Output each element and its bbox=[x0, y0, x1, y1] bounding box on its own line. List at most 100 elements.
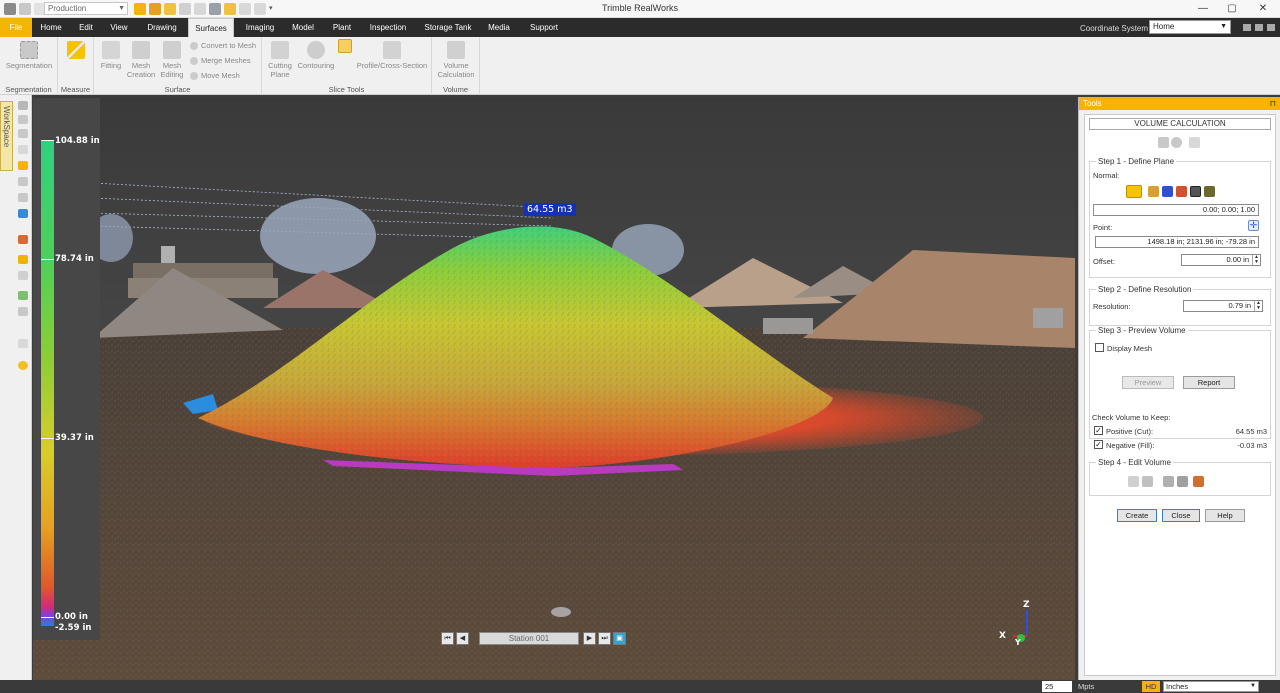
resolution-input[interactable]: 0.79 in ▲ ▼ bbox=[1183, 300, 1263, 312]
workspace-tab[interactable]: WorkSpace bbox=[0, 101, 13, 171]
light-icon[interactable] bbox=[18, 339, 28, 348]
create-button[interactable]: Create bbox=[1117, 509, 1157, 522]
layer-icon[interactable] bbox=[18, 271, 28, 280]
normal-pick-icon[interactable] bbox=[1204, 186, 1215, 197]
undo-icon[interactable] bbox=[19, 3, 31, 15]
point-budget-input[interactable]: 25 bbox=[1042, 681, 1072, 692]
pin-icon[interactable]: ⊓ bbox=[1270, 97, 1276, 110]
pick-point-icon[interactable]: ✛ bbox=[1248, 220, 1259, 231]
tab-storage-tank[interactable]: Storage Tank bbox=[420, 18, 476, 37]
project-selector[interactable]: Production ▼ bbox=[44, 2, 128, 15]
minimize-icon[interactable]: — bbox=[1191, 1, 1215, 16]
calc-mode-icon[interactable] bbox=[1158, 137, 1169, 148]
coordinate-system-select[interactable]: Home ▼ bbox=[1149, 20, 1231, 34]
mesh-editing-button[interactable]: Mesh Editing bbox=[157, 41, 187, 79]
open-project-icon[interactable] bbox=[149, 3, 161, 15]
color-mode-icon[interactable] bbox=[18, 235, 28, 244]
close-button[interactable]: Close bbox=[1162, 509, 1200, 522]
camera-icon[interactable] bbox=[18, 209, 28, 218]
normal-x-icon[interactable] bbox=[1176, 186, 1187, 197]
tab-edit[interactable]: Edit bbox=[72, 18, 100, 37]
normal-input[interactable]: 0.00; 0.00; 1.00 bbox=[1093, 204, 1259, 216]
grid-icon[interactable] bbox=[18, 291, 28, 300]
filter-icon[interactable] bbox=[18, 307, 28, 316]
import-icon[interactable] bbox=[164, 3, 176, 15]
tab-drawing[interactable]: Drawing bbox=[141, 18, 183, 37]
cloud-icon[interactable] bbox=[18, 145, 28, 154]
tab-support[interactable]: Support bbox=[524, 18, 564, 37]
normal-z-icon[interactable] bbox=[1126, 185, 1142, 198]
stockpile-mode-icon[interactable] bbox=[1171, 137, 1182, 148]
next-station-button[interactable]: ▶ bbox=[583, 631, 596, 645]
station-view-icon[interactable]: ▣ bbox=[613, 631, 626, 645]
help-button[interactable]: Help bbox=[1205, 509, 1245, 522]
edit-select-icon[interactable] bbox=[1128, 476, 1139, 487]
contouring-button[interactable]: Contouring bbox=[295, 41, 337, 70]
segmentation-button[interactable]: Segmentation bbox=[4, 41, 54, 70]
link-icon[interactable] bbox=[1189, 137, 1200, 148]
tab-file[interactable]: File bbox=[0, 18, 32, 37]
offset-input[interactable]: 0.00 in ▲ ▼ bbox=[1181, 254, 1261, 266]
fit-view-icon[interactable] bbox=[18, 193, 28, 202]
slice-selected-button[interactable] bbox=[338, 39, 352, 55]
tab-inspection[interactable]: Inspection bbox=[363, 18, 413, 37]
point-input[interactable]: 1498.18 in; 2131.96 in; -79.28 in bbox=[1095, 236, 1259, 248]
station-name[interactable]: Station 001 bbox=[479, 631, 579, 645]
profile-cross-section-button[interactable]: Profile/Cross-Section bbox=[356, 41, 428, 70]
snapshot-icon[interactable] bbox=[239, 3, 251, 15]
report-button[interactable]: Report bbox=[1183, 376, 1235, 389]
zoom-icon[interactable] bbox=[18, 129, 28, 138]
tab-plant[interactable]: Plant bbox=[327, 18, 357, 37]
point-cloud-scene[interactable] bbox=[33, 98, 1075, 680]
first-station-button[interactable]: ⏮ bbox=[441, 631, 454, 645]
last-station-button[interactable]: ⏭ bbox=[598, 631, 611, 645]
edit-chart-icon[interactable] bbox=[1177, 476, 1188, 487]
display-mesh-checkbox[interactable] bbox=[1095, 343, 1104, 352]
app-icon[interactable] bbox=[4, 3, 16, 15]
rotate-icon[interactable] bbox=[18, 115, 28, 124]
merge-meshes-button[interactable]: Merge Meshes bbox=[190, 56, 251, 65]
maximize-icon[interactable]: ▢ bbox=[1220, 1, 1244, 16]
tab-home[interactable]: Home bbox=[36, 18, 66, 37]
normal-y-icon[interactable] bbox=[1162, 186, 1173, 197]
hd-toggle-button[interactable]: HD bbox=[1142, 681, 1160, 692]
home-view-icon[interactable] bbox=[18, 161, 28, 170]
normal-plane-icon[interactable] bbox=[1190, 186, 1201, 197]
3d-viewport[interactable]: 104.88 in 78.74 in 39.37 in 0.00 in -2.5… bbox=[33, 98, 1075, 680]
cutting-plane-button[interactable]: Cutting Plane bbox=[265, 41, 295, 79]
settings-icon[interactable] bbox=[254, 3, 266, 15]
warning-icon[interactable] bbox=[18, 255, 28, 264]
edit-color-icon[interactable] bbox=[1193, 476, 1204, 487]
move-mesh-button[interactable]: Move Mesh bbox=[190, 71, 240, 80]
offset-spinner[interactable]: ▲ ▼ bbox=[1252, 255, 1260, 265]
pan-icon[interactable] bbox=[18, 101, 28, 110]
units-select[interactable]: Inches ▼ bbox=[1163, 681, 1259, 692]
tab-model[interactable]: Model bbox=[286, 18, 320, 37]
previous-station-button[interactable]: ◀ bbox=[456, 631, 469, 645]
measure-button[interactable] bbox=[63, 41, 89, 61]
fitting-button[interactable]: Fitting bbox=[97, 41, 125, 70]
tab-view[interactable]: View bbox=[104, 18, 134, 37]
close-icon[interactable]: ✕ bbox=[1251, 1, 1275, 16]
save-icon[interactable] bbox=[179, 3, 191, 15]
print-icon[interactable] bbox=[194, 3, 206, 15]
new-project-icon[interactable] bbox=[134, 3, 146, 15]
mesh-creation-button[interactable]: Mesh Creation bbox=[126, 41, 156, 79]
volume-calculation-button[interactable]: Volume Calculation bbox=[434, 41, 478, 79]
customize-icon[interactable]: ▾ bbox=[269, 3, 281, 15]
resolution-spinner[interactable]: ▲ ▼ bbox=[1254, 301, 1262, 311]
convert-to-mesh-button[interactable]: Convert to Mesh bbox=[190, 41, 256, 50]
export-icon[interactable] bbox=[209, 3, 221, 15]
edit-fill-icon[interactable] bbox=[1163, 476, 1174, 487]
negative-checkbox[interactable]: ✓ bbox=[1094, 440, 1103, 449]
select-icon[interactable] bbox=[18, 177, 28, 186]
restore-ribbon-icon[interactable] bbox=[1255, 24, 1263, 31]
tab-imaging[interactable]: Imaging bbox=[240, 18, 280, 37]
sun-icon[interactable] bbox=[18, 361, 28, 370]
tab-media[interactable]: Media bbox=[483, 18, 515, 37]
close-ribbon-icon[interactable] bbox=[1267, 24, 1275, 31]
preview-button[interactable]: Preview bbox=[1122, 376, 1174, 389]
minimize-ribbon-icon[interactable] bbox=[1243, 24, 1251, 31]
edit-deselect-icon[interactable] bbox=[1142, 476, 1153, 487]
positive-checkbox[interactable]: ✓ bbox=[1094, 426, 1103, 435]
